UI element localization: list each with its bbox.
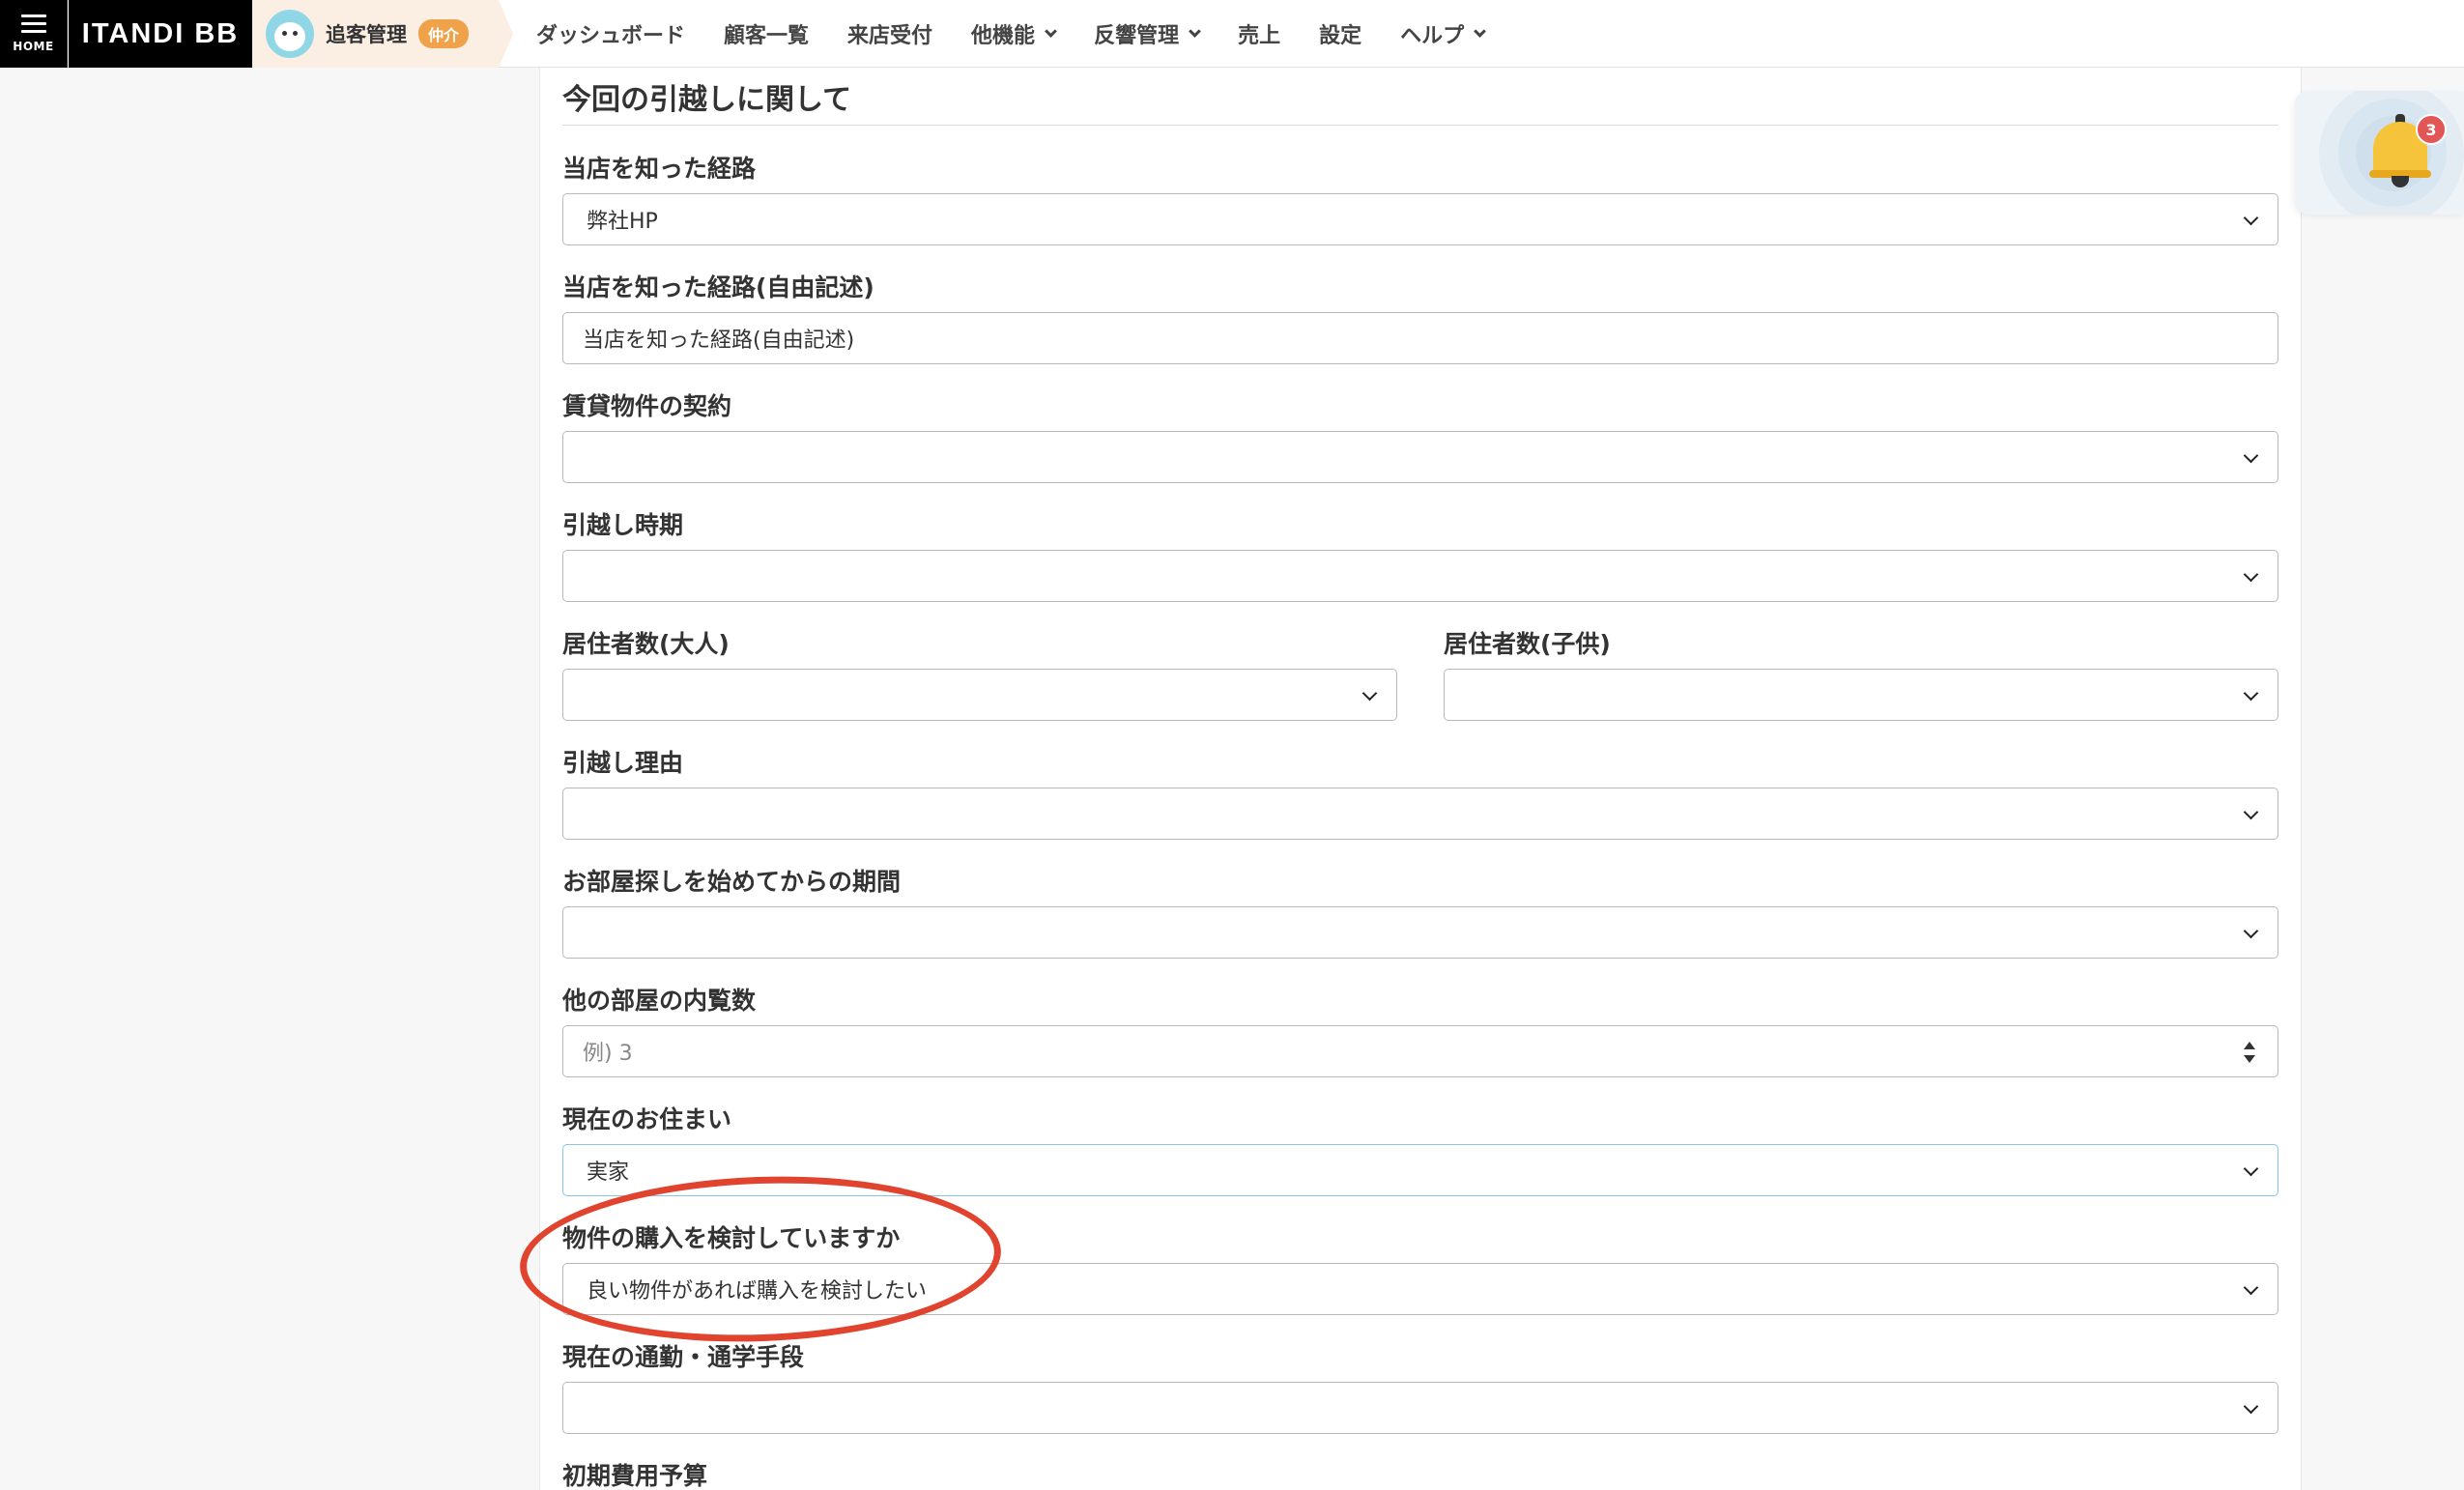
section-title: 今回の引越しに関して <box>562 83 852 117</box>
move-timing-select[interactable] <box>562 550 2278 602</box>
nav-label: ヘルプ <box>1400 24 1465 48</box>
chevron-down-icon <box>2243 1398 2259 1415</box>
nav-inquiry-management[interactable]: 反響管理 <box>1094 18 1201 49</box>
search-period-label: お部屋探しを始めてからの期間 <box>562 868 902 896</box>
search-period-select[interactable] <box>562 906 2278 959</box>
nav-label: 設定 <box>1319 24 1362 48</box>
product-name: 追客管理 <box>326 23 407 46</box>
move-timing-label: 引越し時期 <box>562 511 684 539</box>
residents-child-select[interactable] <box>1444 669 2278 721</box>
nav-sales[interactable]: 売上 <box>1238 18 1280 49</box>
nav-customer-list[interactable]: 顧客一覧 <box>724 18 809 49</box>
top-navigation-bar: HOME ITANDI BB 追客管理 仲介 ダッシュボード 顧客一覧 来店受付… <box>0 0 2464 68</box>
chevron-down-icon <box>2243 566 2259 583</box>
nav-settings[interactable]: 設定 <box>1319 18 1361 49</box>
referral-free-input[interactable]: 当店を知った経路(自由記述) <box>562 312 2278 364</box>
nav-other-features[interactable]: 他機能 <box>971 18 1057 49</box>
referral-free-placeholder: 当店を知った経路(自由記述) <box>583 329 855 353</box>
commute-label: 現在の通勤・通学手段 <box>562 1343 805 1371</box>
chevron-down-icon <box>2243 804 2259 820</box>
home-menu-button[interactable]: HOME <box>0 0 68 68</box>
chevron-down-icon <box>2243 923 2259 939</box>
purchase-consideration-label: 物件の購入を検討していますか <box>562 1224 901 1252</box>
current-residence-label: 現在のお住まい <box>562 1105 732 1133</box>
nav-help[interactable]: ヘルプ <box>1400 18 1486 49</box>
nav-label: 反響管理 <box>1094 24 1180 48</box>
nav-label: 売上 <box>1238 24 1281 48</box>
viewed-count-label: 他の部屋の内覧数 <box>562 987 757 1015</box>
rental-contract-label: 賃貸物件の契約 <box>562 392 732 420</box>
move-reason-select[interactable] <box>562 788 2278 840</box>
chevron-down-icon <box>1361 685 1378 702</box>
number-stepper-icon[interactable] <box>2243 1040 2256 1065</box>
section-divider <box>562 125 2278 126</box>
residents-adult-label: 居住者数(大人) <box>562 630 730 658</box>
hamburger-icon <box>20 14 46 34</box>
mascot-icon <box>266 10 314 58</box>
current-residence-select[interactable]: 実家 <box>562 1144 2278 1196</box>
referral-free-label: 当店を知った経路(自由記述) <box>562 273 874 301</box>
chevron-down-icon <box>1045 24 1057 38</box>
nav-dashboard[interactable]: ダッシュボード <box>536 18 685 49</box>
rental-contract-select[interactable] <box>562 431 2278 483</box>
notification-count-badge: 3 <box>2416 114 2447 145</box>
main-nav: ダッシュボード 顧客一覧 来店受付 他機能 反響管理 売上 設定 ヘルプ <box>536 0 1523 68</box>
nav-label: 来店受付 <box>847 24 933 48</box>
chevron-down-icon <box>2243 447 2259 464</box>
viewed-count-input[interactable]: 例) 3 <box>562 1025 2278 1077</box>
nav-visit-reception[interactable]: 来店受付 <box>847 18 932 49</box>
chevron-down-icon <box>1189 24 1201 38</box>
product-switcher[interactable]: 追客管理 仲介 <box>252 0 513 68</box>
nav-label: 顧客一覧 <box>724 24 810 48</box>
product-badge: 仲介 <box>418 19 470 48</box>
home-label: HOME <box>13 40 54 53</box>
referral-select[interactable]: 弊社HP <box>562 193 2278 245</box>
referral-label: 当店を知った経路 <box>562 155 757 183</box>
nav-label: 他機能 <box>971 24 1036 48</box>
nav-label: ダッシュボード <box>536 24 686 48</box>
residents-adult-select[interactable] <box>562 669 1397 721</box>
brand-logo[interactable]: ITANDI BB <box>69 0 252 68</box>
initial-budget-label: 初期費用予算 <box>562 1462 708 1490</box>
purchase-consideration-select[interactable]: 良い物件があれば購入を検討したい <box>562 1263 2278 1315</box>
purchase-consideration-value: 良い物件があれば購入を検討したい <box>587 1279 928 1304</box>
current-residence-value: 実家 <box>587 1160 630 1185</box>
chevron-down-icon <box>1474 24 1486 38</box>
viewed-count-placeholder: 例) 3 <box>583 1042 633 1066</box>
move-reason-label: 引越し理由 <box>562 749 684 777</box>
chevron-down-icon <box>2243 685 2259 702</box>
residents-child-label: 居住者数(子供) <box>1444 630 1611 658</box>
commute-select[interactable] <box>562 1382 2278 1434</box>
referral-value: 弊社HP <box>587 210 658 234</box>
